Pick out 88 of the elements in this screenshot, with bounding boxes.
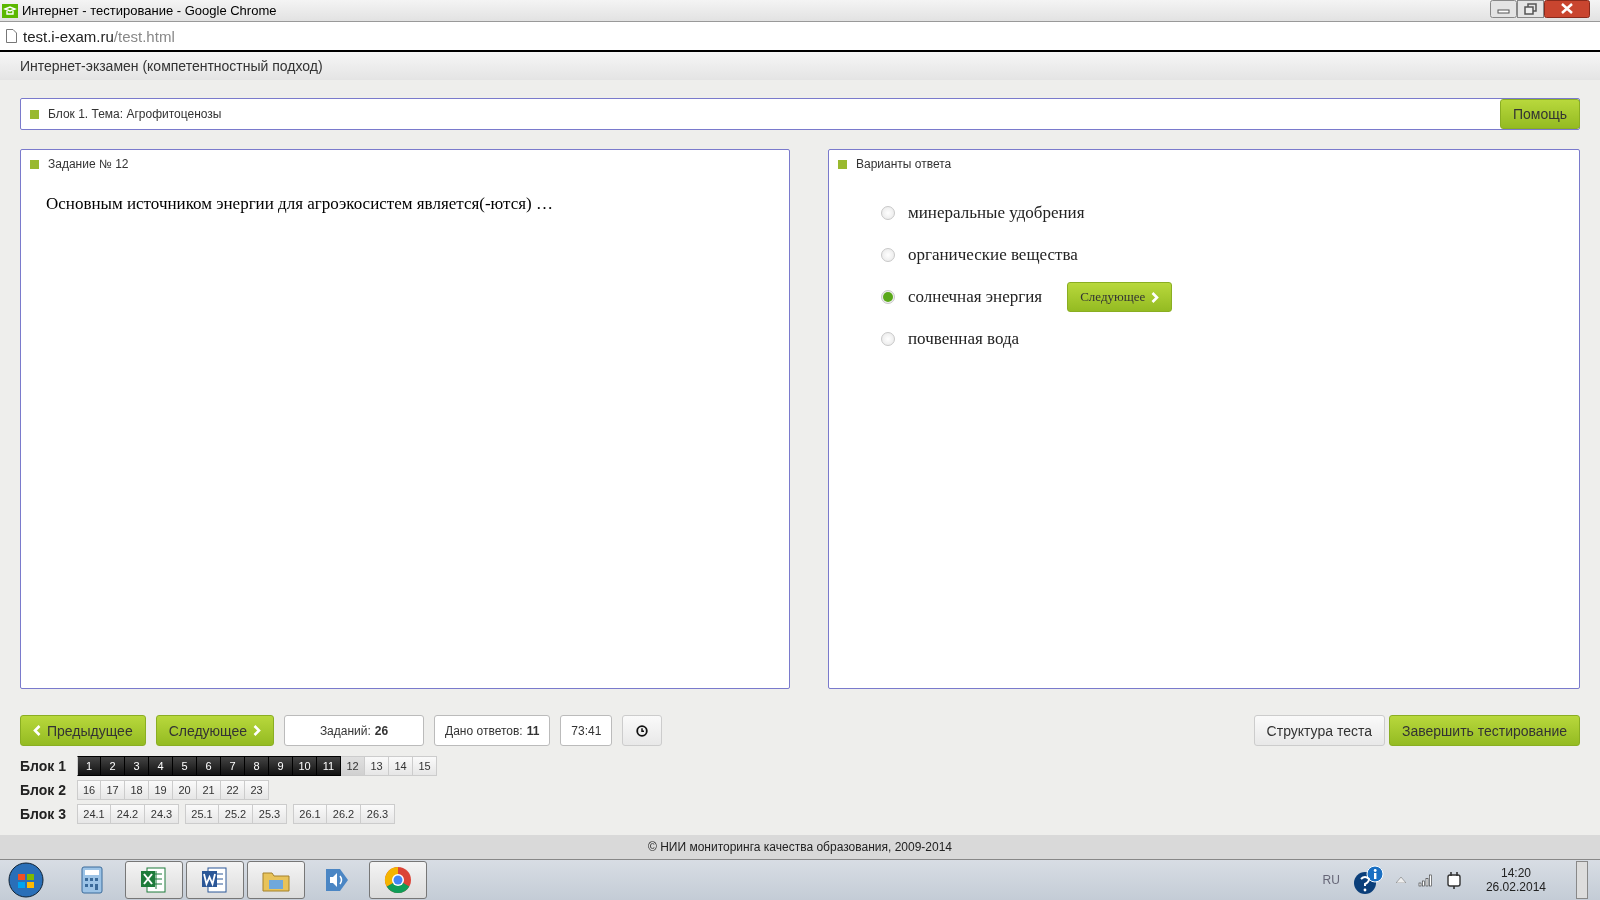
question-number-button[interactable]: 26.3	[361, 804, 395, 824]
taskbar-button[interactable]	[369, 861, 427, 899]
question-text: Основным источником энергии для агроэкосистем является(-ются) …	[46, 194, 554, 214]
chevron-right-icon	[1151, 291, 1160, 303]
question-number-button[interactable]: 25.3	[253, 804, 287, 824]
question-number-button[interactable]: 11	[317, 756, 341, 776]
help-icon[interactable]	[1351, 864, 1384, 896]
question-number-button[interactable]: 10	[293, 756, 317, 776]
square-icon	[30, 159, 39, 169]
question-number-button[interactable]: 15	[413, 756, 437, 776]
spreadsheet-icon	[139, 865, 169, 895]
url-host[interactable]: test.i-exam.ru	[23, 27, 114, 45]
taskbar-button[interactable]	[186, 861, 244, 899]
answer-option[interactable]: солнечная энергия	[908, 287, 1043, 307]
square-icon	[838, 159, 847, 169]
app-header-title: Интернет-экзамен (компетентностный подход)	[20, 58, 323, 74]
question-number-button[interactable]: 16	[77, 780, 101, 800]
question-number: Задание № 12	[48, 157, 129, 171]
taskbar-button[interactable]	[247, 861, 305, 899]
question-number-button[interactable]: 22	[221, 780, 245, 800]
radio-button[interactable]	[881, 206, 895, 220]
block-title: Блок 1. Тема: Агрофитоценозы	[48, 107, 222, 121]
window-title: Интернет - тестирование - Google Chrome	[22, 3, 277, 18]
question-number-button[interactable]: 8	[245, 756, 269, 776]
question-number-button[interactable]: 23	[245, 780, 269, 800]
question-number-button[interactable]: 19	[149, 780, 173, 800]
block-label: Блок 1	[20, 758, 67, 774]
page-icon	[6, 29, 17, 43]
radio-button[interactable]	[881, 248, 895, 262]
chevron-left-icon	[33, 725, 41, 736]
radio-button[interactable]	[881, 290, 895, 304]
copyright-text: © НИИ мониторинга качества образования, 2009-2014	[648, 840, 952, 854]
start-icon[interactable]	[8, 862, 44, 898]
timer: 73:41	[560, 715, 613, 746]
browser-icon	[383, 865, 413, 895]
question-number-button[interactable]: 1	[77, 756, 101, 776]
question-number-button[interactable]: 12	[341, 756, 365, 776]
square-icon	[30, 109, 39, 119]
answers-title: Варианты ответа	[856, 157, 952, 171]
help-button[interactable]: Помощь	[1499, 99, 1580, 129]
question-number-button[interactable]: 9	[269, 756, 293, 776]
question-number-button[interactable]: 13	[365, 756, 389, 776]
question-number-button[interactable]: 25.1	[185, 804, 219, 824]
clock-icon	[636, 724, 649, 737]
question-number-button[interactable]: 24.3	[145, 804, 179, 824]
close-icon[interactable]	[1544, 0, 1590, 18]
question-number-button[interactable]: 2	[101, 756, 125, 776]
question-number-button[interactable]: 18	[125, 780, 149, 800]
tasks-counter: Заданий: 26	[284, 715, 425, 746]
question-number-button[interactable]: 17	[101, 780, 125, 800]
block-label: Блок 2	[20, 782, 67, 798]
structure-button[interactable]: Структура теста	[1253, 715, 1385, 746]
answers-counter: Дано ответов: 11	[434, 715, 551, 746]
question-number-button[interactable]: 5	[173, 756, 197, 776]
question-number-button[interactable]: 20	[173, 780, 197, 800]
url-path[interactable]: /test.html	[113, 27, 175, 45]
answer-option[interactable]: органические вещества	[908, 245, 1078, 265]
restore-icon[interactable]	[1517, 0, 1544, 18]
signal-bars-icon[interactable]	[1417, 873, 1434, 887]
question-number-button[interactable]: 26.2	[327, 804, 361, 824]
radio-button[interactable]	[881, 332, 895, 346]
language-indicator[interactable]: RU	[1322, 873, 1340, 887]
next-button[interactable]: Следующее	[1067, 282, 1173, 312]
taskbar-button[interactable]	[125, 861, 183, 899]
previous-button[interactable]: Предыдущее	[20, 715, 146, 746]
finish-button[interactable]: Завершить тестирование	[1389, 715, 1580, 746]
block-label: Блок 3	[20, 806, 67, 822]
clock-button[interactable]	[622, 715, 663, 746]
question-number-button[interactable]: 6	[197, 756, 221, 776]
plug-icon[interactable]	[1445, 871, 1462, 889]
next-button[interactable]: Следующее	[155, 715, 275, 746]
clock[interactable]: 14:20 26.02.2014	[1485, 866, 1546, 894]
question-number-button[interactable]: 7	[221, 756, 245, 776]
document-icon	[200, 865, 230, 895]
answer-option[interactable]: почвенная вода	[908, 329, 1020, 349]
app-icon	[2, 3, 18, 18]
question-number-button[interactable]: 25.2	[219, 804, 253, 824]
question-number-button[interactable]: 3	[125, 756, 149, 776]
question-number-button[interactable]: 24.2	[111, 804, 145, 824]
answer-option[interactable]: минеральные удобрения	[908, 203, 1085, 223]
chevron-right-icon	[253, 725, 262, 736]
question-number-button[interactable]: 26.1	[293, 804, 327, 824]
minimize-icon[interactable]	[1490, 0, 1517, 18]
show-desktop-button[interactable]	[1576, 861, 1588, 899]
question-number-button[interactable]: 21	[197, 780, 221, 800]
question-number-button[interactable]: 14	[389, 756, 413, 776]
question-number-button[interactable]: 4	[149, 756, 173, 776]
question-number-button[interactable]: 24.1	[77, 804, 111, 824]
